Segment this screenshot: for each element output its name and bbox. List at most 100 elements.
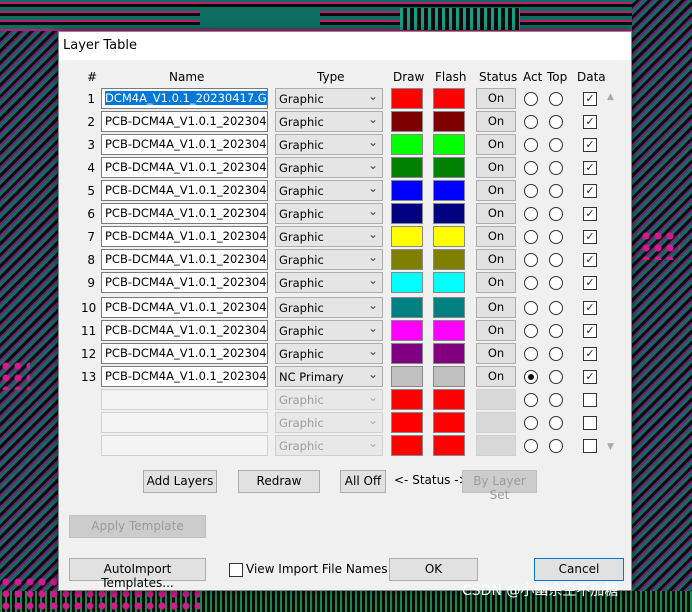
data-checkbox[interactable]: ✓	[583, 347, 597, 361]
active-layer-radio[interactable]	[524, 92, 538, 106]
top-layer-radio[interactable]	[549, 253, 563, 267]
active-layer-radio[interactable]	[524, 301, 538, 315]
active-layer-radio[interactable]	[524, 207, 538, 221]
layer-name-field[interactable]	[101, 435, 268, 456]
layer-name-field[interactable]: PCB-DCM4A_V1.0.1_2023041	[101, 111, 268, 132]
flash-color-swatch[interactable]	[433, 272, 465, 293]
layer-name-field[interactable]: PCB-DCM4A_V1.0.1_2023041	[101, 343, 268, 364]
active-layer-radio[interactable]	[524, 393, 538, 407]
active-layer-radio[interactable]	[524, 416, 538, 430]
layer-name-field[interactable]: DCM4A_V1.0.1_20230417.G1	[101, 88, 268, 109]
top-layer-radio[interactable]	[549, 115, 563, 129]
flash-color-swatch[interactable]	[433, 134, 465, 155]
layer-status-button[interactable]: On	[476, 366, 516, 387]
apply-template-button[interactable]: Apply Template	[69, 515, 206, 538]
layer-name-field[interactable]: PCB-DCM4A_V1.0.1_2023041	[101, 297, 268, 318]
draw-color-swatch[interactable]	[391, 297, 423, 318]
top-layer-radio[interactable]	[549, 230, 563, 244]
layer-type-select[interactable]: Graphic ⌄	[275, 111, 383, 132]
layer-type-select[interactable]: Graphic ⌄	[275, 389, 383, 410]
top-layer-radio[interactable]	[549, 324, 563, 338]
layer-type-select[interactable]: Graphic ⌄	[275, 297, 383, 318]
active-layer-radio[interactable]	[524, 439, 538, 453]
data-checkbox[interactable]: ✓	[583, 230, 597, 244]
flash-color-swatch[interactable]	[433, 226, 465, 247]
data-checkbox[interactable]: ✓	[583, 115, 597, 129]
draw-color-swatch[interactable]	[391, 412, 423, 433]
flash-color-swatch[interactable]	[433, 88, 465, 109]
layer-type-select[interactable]: Graphic ⌄	[275, 180, 383, 201]
top-layer-radio[interactable]	[549, 439, 563, 453]
layer-name-field[interactable]: PCB-DCM4A_V1.0.1_2023041	[101, 157, 268, 178]
layer-status-button[interactable]: On	[476, 157, 516, 178]
layer-name-field[interactable]: PCB-DCM4A_V1.0.1_2023041	[101, 320, 268, 341]
layer-status-button[interactable]: On	[476, 226, 516, 247]
draw-color-swatch[interactable]	[391, 180, 423, 201]
flash-color-swatch[interactable]	[433, 366, 465, 387]
top-layer-radio[interactable]	[549, 92, 563, 106]
active-layer-radio[interactable]	[524, 161, 538, 175]
flash-color-swatch[interactable]	[433, 435, 465, 456]
layer-type-select[interactable]: Graphic ⌄	[275, 435, 383, 456]
draw-color-swatch[interactable]	[391, 226, 423, 247]
flash-color-swatch[interactable]	[433, 389, 465, 410]
active-layer-radio[interactable]	[524, 276, 538, 290]
autoimport-templates-button[interactable]: AutoImport Templates...	[69, 558, 206, 590]
cancel-button[interactable]: Cancel	[534, 558, 624, 581]
layer-type-select[interactable]: Graphic ⌄	[275, 88, 383, 109]
all-off-button[interactable]: All Off	[340, 470, 386, 493]
layer-name-field[interactable]: PCB-DCM4A_V1.0.1_2023041	[101, 203, 268, 224]
top-layer-radio[interactable]	[549, 184, 563, 198]
flash-color-swatch[interactable]	[433, 343, 465, 364]
layer-type-select[interactable]: Graphic ⌄	[275, 412, 383, 433]
layer-status-button[interactable]: On	[476, 272, 516, 293]
top-layer-radio[interactable]	[549, 276, 563, 290]
layer-type-select[interactable]: Graphic ⌄	[275, 157, 383, 178]
by-layer-set-button[interactable]: By Layer Set	[462, 470, 537, 502]
layer-name-field[interactable]: PCB-DCM4A_V1.0.1_2023041	[101, 272, 268, 293]
layer-name-field[interactable]: PCB-DCM4A_V1.0.1_2023041	[101, 134, 268, 155]
top-layer-radio[interactable]	[549, 393, 563, 407]
layer-name-field[interactable]	[101, 412, 268, 433]
draw-color-swatch[interactable]	[391, 134, 423, 155]
layer-status-button[interactable]: On	[476, 320, 516, 341]
layer-status-button[interactable]: On	[476, 343, 516, 364]
flash-color-swatch[interactable]	[433, 249, 465, 270]
scroll-up-icon[interactable]: ▲	[607, 92, 614, 102]
top-layer-radio[interactable]	[549, 416, 563, 430]
layer-type-select[interactable]: Graphic ⌄	[275, 272, 383, 293]
top-layer-radio[interactable]	[549, 347, 563, 361]
layer-status-button[interactable]	[476, 435, 516, 456]
flash-color-swatch[interactable]	[433, 297, 465, 318]
data-checkbox[interactable]: ✓	[583, 207, 597, 221]
ok-button[interactable]: OK	[389, 558, 478, 581]
flash-color-swatch[interactable]	[433, 157, 465, 178]
data-checkbox[interactable]	[583, 416, 597, 430]
layer-type-select[interactable]: Graphic ⌄	[275, 203, 383, 224]
layer-status-button[interactable]: On	[476, 134, 516, 155]
draw-color-swatch[interactable]	[391, 203, 423, 224]
data-checkbox[interactable]: ✓	[583, 276, 597, 290]
active-layer-radio[interactable]	[524, 230, 538, 244]
layer-status-button[interactable]: On	[476, 249, 516, 270]
draw-color-swatch[interactable]	[391, 320, 423, 341]
layer-status-button[interactable]: On	[476, 88, 516, 109]
layer-name-field[interactable]: PCB-DCM4A_V1.0.1_2023041	[101, 180, 268, 201]
draw-color-swatch[interactable]	[391, 157, 423, 178]
draw-color-swatch[interactable]	[391, 88, 423, 109]
layer-status-button[interactable]: On	[476, 203, 516, 224]
layer-type-select[interactable]: Graphic ⌄	[275, 320, 383, 341]
flash-color-swatch[interactable]	[433, 320, 465, 341]
data-checkbox[interactable]: ✓	[583, 253, 597, 267]
layer-type-select[interactable]: Graphic ⌄	[275, 249, 383, 270]
active-layer-radio[interactable]	[524, 138, 538, 152]
top-layer-radio[interactable]	[549, 138, 563, 152]
top-layer-radio[interactable]	[549, 207, 563, 221]
layer-status-button[interactable]	[476, 389, 516, 410]
top-layer-radio[interactable]	[549, 161, 563, 175]
layer-type-select[interactable]: NC Primary ⌄	[275, 366, 383, 387]
draw-color-swatch[interactable]	[391, 343, 423, 364]
active-layer-radio[interactable]	[524, 324, 538, 338]
data-checkbox[interactable]: ✓	[583, 184, 597, 198]
active-layer-radio[interactable]	[524, 115, 538, 129]
